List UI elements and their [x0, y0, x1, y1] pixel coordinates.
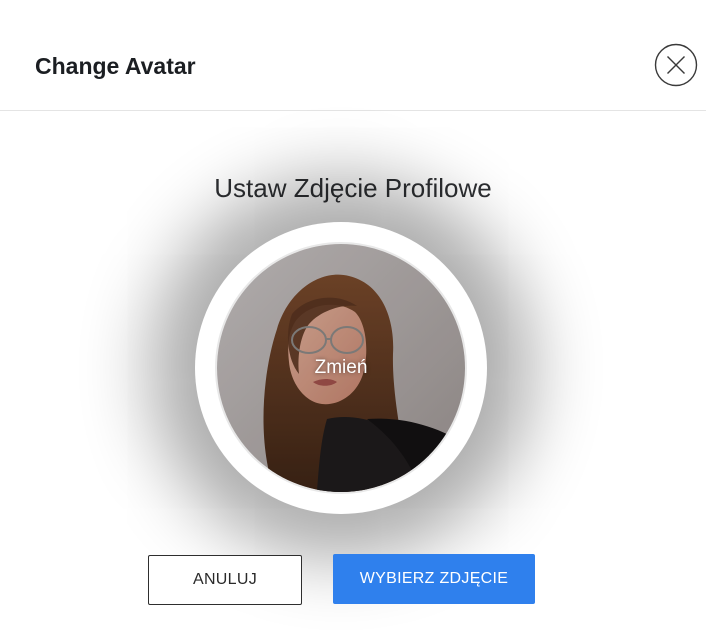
modal-header: Change Avatar [0, 18, 706, 111]
close-icon [654, 43, 698, 87]
modal-title: Change Avatar [35, 53, 196, 79]
choose-photo-button[interactable]: WYBIERZ ZDJĘCIE [333, 554, 535, 604]
change-avatar-modal: Change Avatar Ustaw Zdjęcie Profilowe Zm… [0, 0, 706, 635]
cancel-button[interactable]: ANULUJ [148, 555, 302, 605]
avatar-subtitle: Ustaw Zdjęcie Profilowe [214, 173, 492, 203]
close-button[interactable] [654, 43, 698, 87]
avatar-change-label: Zmień [314, 357, 368, 378]
avatar-change-button[interactable]: Zmień [215, 242, 467, 494]
